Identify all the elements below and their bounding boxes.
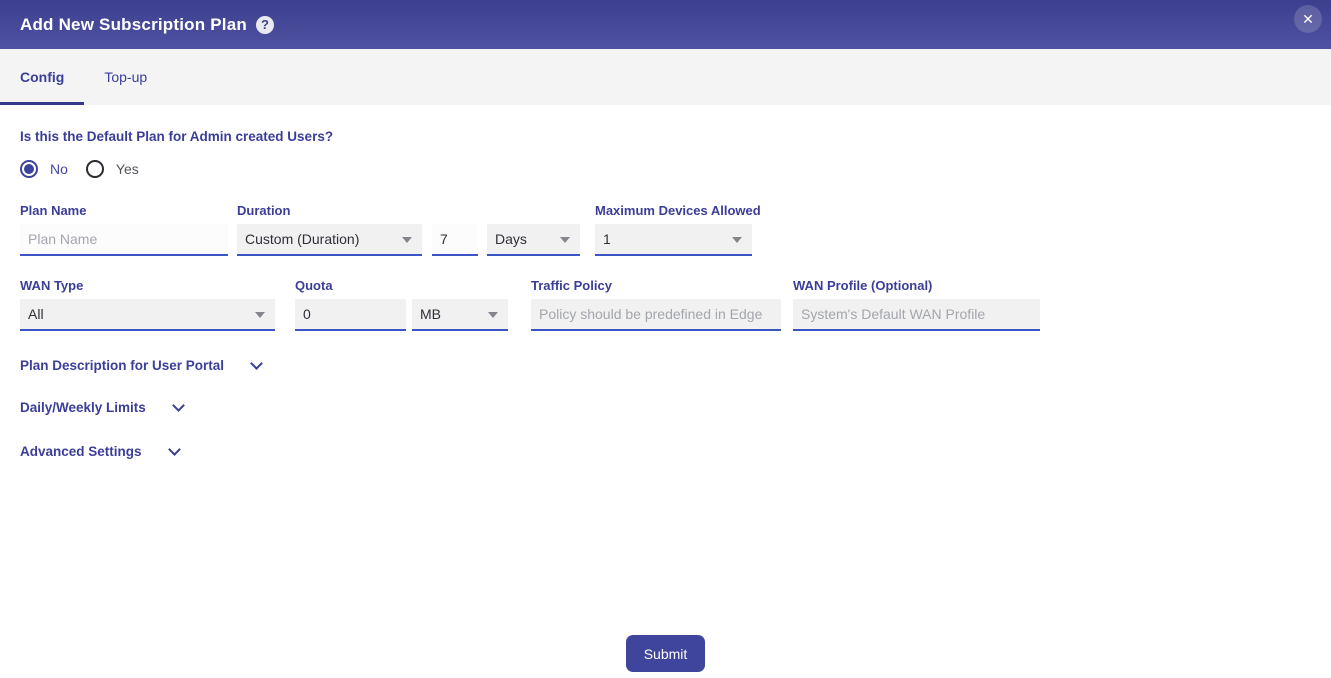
tab-config[interactable]: Config xyxy=(0,49,84,105)
plan-name-label: Plan Name xyxy=(20,203,228,218)
chevron-down-icon xyxy=(172,399,185,412)
quota-group: Quota MB xyxy=(295,278,508,331)
tab-top-up[interactable]: Top-up xyxy=(84,49,167,105)
close-icon: ✕ xyxy=(1302,11,1314,28)
modal-header: Add New Subscription Plan ? ✕ xyxy=(0,0,1331,49)
modal-title: Add New Subscription Plan xyxy=(20,15,247,35)
tab-bar: Config Top-up xyxy=(0,49,1331,105)
radio-icon-no xyxy=(20,160,38,178)
traffic-policy-group: Traffic Policy xyxy=(531,278,781,331)
duration-label: Duration xyxy=(237,203,580,218)
max-devices-group: Maximum Devices Allowed 1 xyxy=(595,203,761,256)
caret-down-icon xyxy=(402,237,412,243)
duration-unit-select[interactable]: Days xyxy=(487,224,580,256)
wan-type-group: WAN Type All xyxy=(20,278,275,331)
caret-down-icon xyxy=(488,312,498,318)
duration-unit-value: Days xyxy=(495,231,527,247)
wan-profile-label: WAN Profile (Optional) xyxy=(793,278,1040,293)
wan-profile-group: WAN Profile (Optional) xyxy=(793,278,1040,331)
radio-icon-yes xyxy=(86,160,104,178)
duration-value-input[interactable] xyxy=(432,224,478,256)
plan-name-input[interactable] xyxy=(20,224,228,256)
section-daily-weekly-limits[interactable]: Daily/Weekly Limits xyxy=(20,400,183,415)
wan-type-value: All xyxy=(28,306,44,322)
section-plan-description[interactable]: Plan Description for User Portal xyxy=(20,358,261,373)
plan-name-group: Plan Name xyxy=(20,203,228,256)
help-icon[interactable]: ? xyxy=(256,16,274,34)
default-plan-radio-group: No Yes xyxy=(20,159,1311,179)
quota-label: Quota xyxy=(295,278,508,293)
section-daily-weekly-limits-label: Daily/Weekly Limits xyxy=(20,400,146,415)
duration-group: Duration Custom (Duration) Days xyxy=(237,203,580,256)
quota-unit-select[interactable]: MB xyxy=(412,299,508,331)
wan-profile-input[interactable] xyxy=(793,299,1040,331)
section-plan-description-label: Plan Description for User Portal xyxy=(20,358,224,373)
section-advanced-settings[interactable]: Advanced Settings xyxy=(20,444,179,459)
chevron-down-icon xyxy=(168,443,181,456)
duration-type-value: Custom (Duration) xyxy=(245,231,359,247)
quota-input[interactable] xyxy=(295,299,406,331)
radio-label-no: No xyxy=(50,161,68,177)
submit-area: Submit xyxy=(20,635,1311,672)
default-plan-question: Is this the Default Plan for Admin creat… xyxy=(20,129,1311,144)
section-advanced-settings-label: Advanced Settings xyxy=(20,444,142,459)
max-devices-label: Maximum Devices Allowed xyxy=(595,203,761,218)
duration-type-select[interactable]: Custom (Duration) xyxy=(237,224,422,256)
max-devices-value: 1 xyxy=(603,231,611,247)
radio-option-no[interactable]: No xyxy=(20,160,68,178)
form-content: Is this the Default Plan for Admin creat… xyxy=(0,105,1331,672)
radio-label-yes: Yes xyxy=(116,161,139,177)
caret-down-icon xyxy=(560,237,570,243)
traffic-policy-label: Traffic Policy xyxy=(531,278,781,293)
caret-down-icon xyxy=(732,237,742,243)
chevron-down-icon xyxy=(250,357,263,370)
tab-config-label: Config xyxy=(20,69,64,85)
wan-type-select[interactable]: All xyxy=(20,299,275,331)
caret-down-icon xyxy=(255,312,265,318)
tab-top-up-label: Top-up xyxy=(104,69,147,85)
radio-option-yes[interactable]: Yes xyxy=(86,160,139,178)
submit-button[interactable]: Submit xyxy=(626,635,705,672)
quota-unit-value: MB xyxy=(420,306,441,322)
close-button[interactable]: ✕ xyxy=(1294,5,1322,33)
wan-type-label: WAN Type xyxy=(20,278,275,293)
max-devices-select[interactable]: 1 xyxy=(595,224,752,256)
traffic-policy-input[interactable] xyxy=(531,299,781,331)
